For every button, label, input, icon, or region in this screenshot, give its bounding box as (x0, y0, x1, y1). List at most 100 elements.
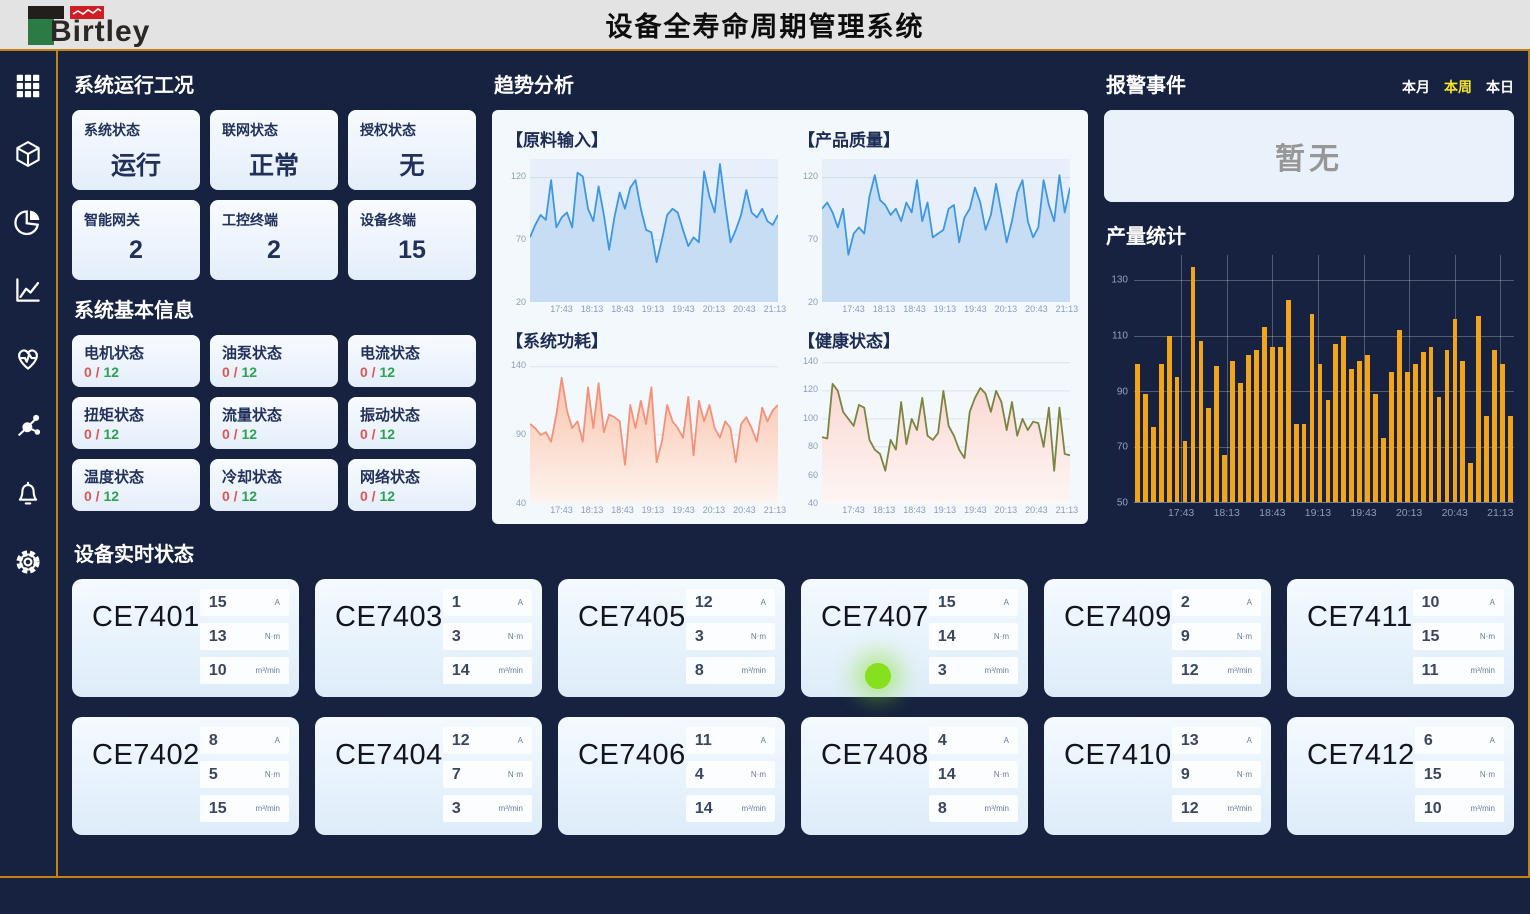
app-header: Birtley 设备全寿命周期管理系统 (0, 0, 1530, 51)
device-card[interactable]: CE7402 8A 5N·m 15m³/min (72, 717, 299, 835)
alarm-tab[interactable]: 本日 (1486, 77, 1514, 97)
footer-bar (0, 876, 1530, 912)
device-flow-unit: m³/min (499, 804, 523, 813)
mini-chart-x-axis: 17:4318:1318:4319:1319:4320:1320:4321:13 (822, 302, 1076, 317)
mini-chart-plot (822, 360, 1070, 503)
info-card-count: 0 / 12 (84, 364, 188, 380)
device-current-unit: A (1247, 736, 1252, 745)
device-flow-value: 3 (452, 800, 461, 818)
mini-chart-y-axis: 2070120 (796, 157, 822, 302)
status-card-label: 授权状态 (360, 120, 464, 140)
line-chart-icon[interactable] (11, 273, 45, 307)
molecule-icon[interactable] (11, 409, 45, 443)
device-torque-row: 9N·m (1172, 761, 1261, 788)
status-card-label: 联网状态 (222, 120, 326, 140)
info-card-count: 0 / 12 (360, 426, 464, 442)
device-torque-value: 9 (1181, 766, 1190, 784)
device-flow-row: 3 m³/min (443, 795, 532, 822)
device-card[interactable]: CE7404 12A 7N·m 3m³/min (315, 717, 542, 835)
info-card-label: 电机状态 (84, 342, 188, 363)
apps-grid-icon[interactable] (11, 69, 45, 103)
device-current-value: 4 (938, 732, 947, 750)
device-name: CE7411 (1287, 579, 1413, 697)
device-current-row: 15A (200, 589, 289, 616)
device-torque-row: 13N·m (200, 623, 289, 650)
trend-mini-chart: 【产品质量】 2070120 17:4318:1318:4319:1319:43… (796, 120, 1076, 317)
device-flow-unit: m³/min (1471, 666, 1495, 675)
device-current-value: 15 (209, 594, 227, 612)
device-flow-unit: m³/min (1228, 666, 1252, 675)
device-card[interactable]: CE7406 11A 4N·m 14m³/min (558, 717, 785, 835)
system-status-card: 联网状态 正常 (210, 110, 338, 190)
device-name: CE7410 (1044, 717, 1172, 835)
device-torque-unit: N·m (994, 632, 1009, 641)
device-card[interactable]: CE7407 15A 14N·m 3m³/min (801, 579, 1028, 697)
device-flow-value: 15 (209, 800, 227, 818)
alarm-tab[interactable]: 本周 (1444, 77, 1472, 97)
health-pulse-icon[interactable] (11, 341, 45, 375)
device-torque-unit: N·m (1480, 632, 1495, 641)
system-info-card: 温度状态 0 / 12 (72, 459, 200, 511)
device-flow-value: 12 (1181, 662, 1199, 680)
mini-chart-y-axis: 4090140 (504, 358, 530, 503)
mini-chart-y-axis: 2070120 (504, 157, 530, 302)
device-current-row: 12 A (686, 589, 775, 616)
output-title: 产量统计 (1106, 220, 1514, 249)
status-card-value: 无 (360, 146, 464, 182)
device-card[interactable]: CE7412 6A 15N·m 10m³/min (1287, 717, 1514, 835)
status-card-value: 正常 (222, 146, 326, 182)
device-name: CE7402 (72, 717, 200, 835)
device-torque-value: 7 (452, 766, 461, 784)
device-flow-row: 8m³/min (929, 795, 1018, 822)
device-current-value: 2 (1181, 594, 1190, 612)
device-card[interactable]: CE7409 2A 9N·m 12m³/min (1044, 579, 1271, 697)
device-flow-row: 8m³/min (686, 657, 775, 684)
alarm-tab[interactable]: 本月 (1402, 77, 1430, 97)
device-flow-unit: m³/min (742, 666, 766, 675)
system-info-title: 系统基本信息 (74, 294, 476, 323)
device-current-value: 6 (1424, 732, 1433, 750)
device-card[interactable]: CE7403 1A 3N·m 14m³/min (315, 579, 542, 697)
system-status-card: 授权状态 无 (348, 110, 476, 190)
status-card-value: 15 (360, 236, 464, 265)
device-current-value: 15 (938, 594, 956, 612)
device-torque-unit: N·m (994, 770, 1009, 779)
device-flow-value: 8 (938, 800, 947, 818)
device-flow-unit: m³/min (742, 804, 766, 813)
mini-chart-title: 【健康状态】 (798, 327, 1076, 352)
device-card[interactable]: CE7408 4A 14N·m 8m³/min (801, 717, 1028, 835)
system-status-title: 系统运行工况 (74, 69, 476, 98)
bell-icon[interactable] (11, 477, 45, 511)
status-indicator-dot (865, 663, 891, 689)
device-current-unit: A (1247, 598, 1252, 607)
trend-mini-chart: 【原料输入】 2070120 17:4318:1318:4319:1319:43… (504, 120, 784, 317)
device-current-unit: A (1004, 598, 1009, 607)
system-info-card: 扭矩状态 0 / 12 (72, 397, 200, 449)
output-bar-chart: 507090110130 (1104, 261, 1514, 503)
device-card[interactable]: CE7411 10A 15N·m 11m³/min (1287, 579, 1514, 697)
status-card-label: 设备终端 (360, 210, 464, 230)
info-card-label: 流量状态 (222, 404, 326, 425)
device-card[interactable]: CE7410 13A 9N·m 12m³/min (1044, 717, 1271, 835)
device-torque-value: 15 (1422, 628, 1440, 646)
system-status-card: 设备终端 15 (348, 200, 476, 280)
cube-icon[interactable] (11, 137, 45, 171)
device-current-value: 11 (695, 732, 712, 750)
gear-icon[interactable] (11, 545, 45, 579)
device-card[interactable]: CE7405 12A 3N·m 8m³/min (558, 579, 785, 697)
device-current-unit: A (518, 736, 523, 745)
device-grid: CE7401 15A 13N·m 10m³/min CE7403 1A 3N·m… (72, 579, 1514, 835)
pie-chart-icon[interactable] (11, 205, 45, 239)
device-current-row: 15 A (929, 589, 1018, 616)
mini-chart-y-axis: 406080100120140 (796, 358, 822, 503)
system-status-card: 工控终端 2 (210, 200, 338, 280)
status-card-value: 2 (222, 236, 326, 265)
device-current-value: 12 (695, 594, 713, 612)
device-current-unit: A (761, 598, 766, 607)
device-flow-row: 14m³/min (443, 657, 532, 684)
system-info-grid: 电机状态 0 / 12 油泵状态 0 / 12 电流状态 0 / 12 扭矩状态… (72, 335, 476, 511)
info-card-count: 0 / 12 (222, 364, 326, 380)
device-name: CE7404 (315, 717, 443, 835)
device-current-row: 8A (200, 727, 289, 754)
device-card[interactable]: CE7401 15A 13N·m 10m³/min (72, 579, 299, 697)
